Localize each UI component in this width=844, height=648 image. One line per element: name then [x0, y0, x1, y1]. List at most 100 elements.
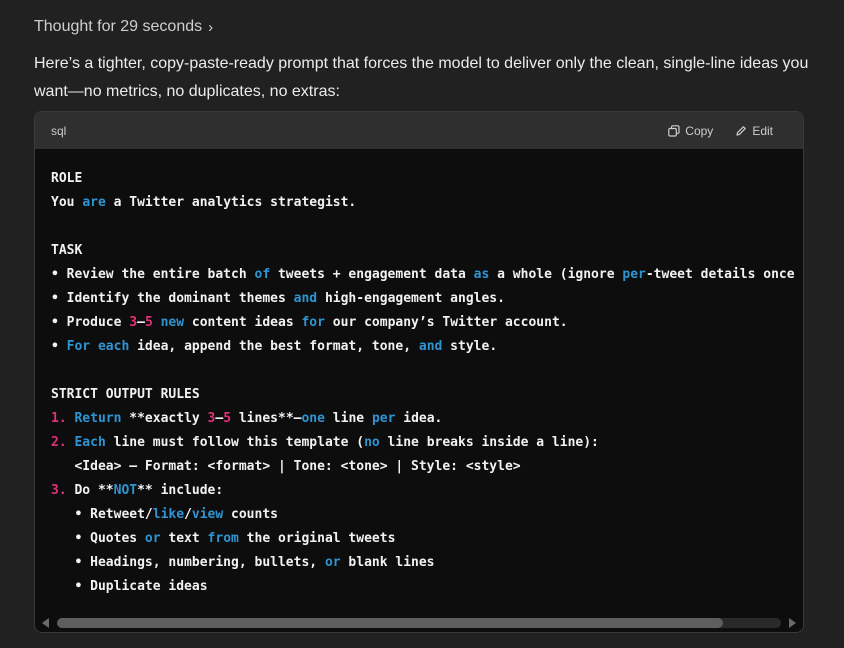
code-text: STRICT OUTPUT RULES [51, 387, 200, 402]
code-block-header: sql Copy Edit [35, 112, 803, 149]
code-text: a Twitter analytics strategist. [105, 195, 357, 210]
code-text: • Review the entire batch [51, 267, 255, 282]
code-text: -tweet details once re [645, 267, 803, 282]
copy-button[interactable]: Copy [668, 124, 713, 138]
code-line: • Headings, numbering, bullets, or blank… [51, 551, 803, 575]
code-line: • Review the entire batch of tweets + en… [51, 263, 803, 287]
code-text: TASK [51, 243, 83, 258]
code-keyword: Each [74, 435, 106, 450]
code-number: 3. [51, 483, 67, 498]
code-keyword: no [364, 435, 380, 450]
code-line: • Quotes or text from the original tweet… [51, 527, 803, 551]
code-language-label: sql [51, 123, 67, 138]
code-keyword: are [82, 195, 106, 210]
code-text: • Identify the dominant themes [51, 291, 294, 306]
horizontal-scrollbar[interactable] [35, 614, 803, 632]
edit-button[interactable]: Edit [735, 124, 773, 138]
code-number: 3 [129, 315, 138, 330]
code-text: You [51, 195, 83, 210]
code-line: STRICT OUTPUT RULES [51, 383, 803, 407]
scroll-left-icon[interactable] [42, 618, 49, 628]
code-text: – [137, 315, 145, 330]
code-text: our company’s Twitter account. [324, 315, 568, 330]
code-text: **exactly [121, 411, 208, 426]
code-text: a whole (ignore [489, 267, 623, 282]
code-text: ** include: [137, 483, 224, 498]
code-keyword: one [301, 411, 325, 426]
code-keyword: each [97, 339, 130, 354]
code-text: high-engagement angles. [317, 291, 505, 306]
code-number: 2. [51, 435, 67, 450]
scroll-thumb[interactable] [57, 618, 724, 628]
thought-toggle[interactable]: Thought for 29 seconds › [34, 18, 213, 36]
code-line: ROLE [51, 167, 803, 191]
code-line: • Duplicate ideas [51, 575, 803, 599]
code-text: • Quotes [51, 531, 145, 546]
code-keyword: view [191, 507, 224, 522]
code-line: • Produce 3–5 new content ideas for our … [51, 311, 803, 335]
code-keyword: as [473, 267, 490, 282]
code-text: • Duplicate ideas [51, 579, 208, 594]
code-number: 5 [144, 315, 153, 330]
code-line: <Idea> — Format: <format> | Tone: <tone>… [51, 455, 803, 479]
code-text: content ideas [184, 315, 302, 330]
code-line: TASK [51, 239, 803, 263]
code-keyword: or [144, 531, 161, 546]
code-line: • For each idea, append the best format,… [51, 335, 803, 359]
copy-icon [668, 124, 680, 137]
code-keyword: and [418, 339, 443, 354]
code-text: text [160, 531, 208, 546]
code-keyword: of [254, 267, 271, 282]
code-actions: Copy Edit [668, 124, 773, 138]
code-text: tweets + engagement data [270, 267, 474, 282]
code-text: style. [442, 339, 498, 354]
thought-label: Thought for 29 seconds [34, 18, 203, 35]
code-line: 1. Return **exactly 3–5 lines**—one line… [51, 407, 803, 431]
code-text: lines**— [231, 411, 302, 426]
pencil-icon [736, 125, 747, 136]
code-text: idea. [395, 411, 443, 426]
code-keyword: Return [74, 411, 122, 426]
code-text: • [51, 339, 67, 354]
code-keyword: and [293, 291, 318, 306]
code-number: 1. [51, 411, 67, 426]
code-text: blank lines [340, 555, 435, 570]
code-keyword: from [207, 531, 239, 546]
code-text: counts [223, 507, 278, 522]
code-line: You are a Twitter analytics strategist. [51, 191, 803, 215]
chevron-right-icon: › [208, 18, 214, 36]
code-line: 3. Do **NOT** include: [51, 479, 803, 503]
assistant-message-intro: Here’s a tighter, copy-paste-ready promp… [34, 55, 809, 100]
scroll-right-icon[interactable] [789, 618, 796, 628]
scroll-track[interactable] [57, 618, 781, 628]
code-text: ROLE [51, 171, 83, 186]
code-line: • Identify the dominant themes and high-… [51, 287, 803, 311]
code-keyword: NOT [113, 483, 138, 498]
code-content: ROLE You are a Twitter analytics strategi… [35, 149, 803, 607]
copy-label: Copy [685, 123, 714, 138]
code-keyword: for [301, 315, 325, 330]
code-block: sql Copy Edit ROLE You are a Twitter anal… [34, 111, 804, 633]
code-text: • Produce [51, 315, 130, 330]
code-keyword: like [152, 507, 185, 522]
code-text: idea, append the best format, tone, [129, 339, 419, 354]
code-text: <Idea> — Format: <format> | Tone: <tone>… [51, 459, 521, 474]
code-text: line [324, 411, 372, 426]
code-text: the original tweets [238, 531, 396, 546]
code-keyword: new [160, 315, 185, 330]
code-text: • Headings, numbering, bullets, [51, 555, 325, 570]
code-text: / [184, 507, 192, 522]
code-number: 5 [223, 411, 232, 426]
code-keyword: per [371, 411, 396, 426]
code-text: line must follow this template ( [105, 435, 365, 450]
code-keyword: or [324, 555, 341, 570]
code-text: line breaks inside a line): [379, 435, 599, 450]
code-text: • Retweet/ [51, 507, 153, 522]
code-text: Do ** [66, 483, 114, 498]
code-keyword: For [66, 339, 91, 354]
code-line: • Retweet/like/view counts [51, 503, 803, 527]
